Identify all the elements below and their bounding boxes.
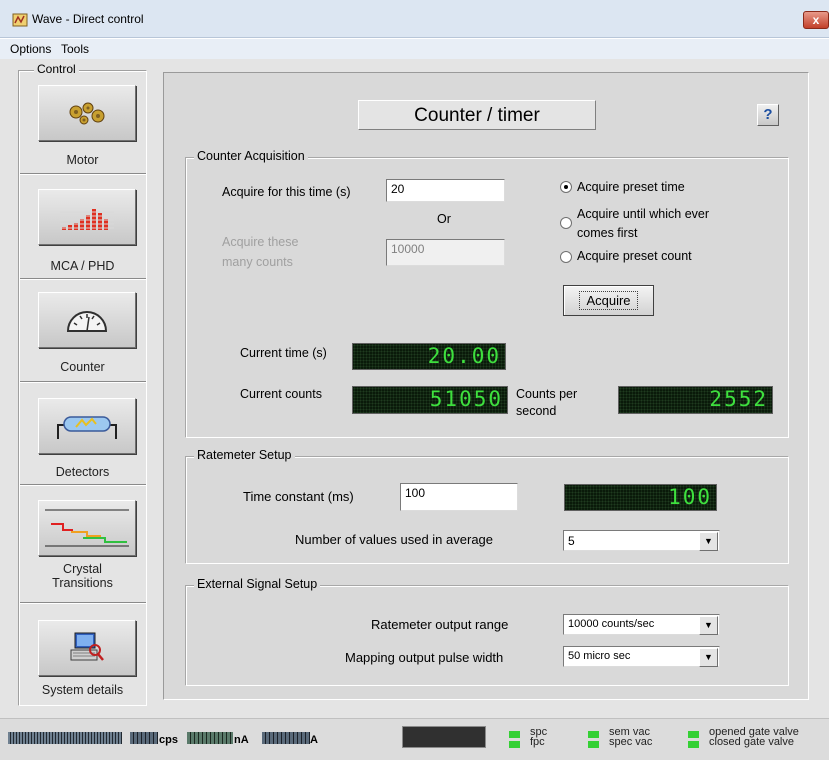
pulse-width-label: Mapping output pulse width [345, 650, 504, 665]
cps-unit: cps [159, 734, 178, 746]
output-range-label: Ratemeter output range [371, 617, 509, 632]
page-title: Counter / timer [358, 100, 596, 130]
sidebar-divider [20, 173, 146, 175]
chevron-down-icon[interactable]: ▼ [699, 616, 718, 635]
current-counts-label: Current counts [240, 387, 322, 401]
help-button[interactable]: ? [757, 104, 779, 126]
current-counts-display: 51050 [352, 386, 508, 414]
counter-button[interactable] [38, 292, 136, 348]
pulse-width-select[interactable]: 50 micro sec ▼ [563, 646, 720, 667]
fpc-label: fpc [530, 736, 545, 748]
acquire-button-label: Acquire [579, 291, 638, 310]
acquire-button[interactable]: Acquire [563, 285, 654, 316]
radio-preset-count[interactable] [560, 251, 572, 263]
na-unit: nA [234, 734, 249, 746]
control-legend: Control [34, 62, 79, 76]
spc-indicator-led [509, 731, 520, 738]
time-constant-display: 100 [564, 484, 717, 511]
closed-gate-valve-label: closed gate valve [709, 736, 794, 748]
radio-preset-count-label: Acquire preset count [577, 249, 692, 263]
time-constant-input[interactable]: 100 [400, 483, 518, 511]
external-signal-legend: External Signal Setup [194, 577, 321, 591]
sidebar-divider [20, 381, 146, 383]
cps-readout [130, 732, 158, 744]
menu-options[interactable]: Options [10, 42, 51, 56]
computer-icon [70, 632, 104, 661]
signal-level-bar [8, 732, 122, 744]
a-unit: A [310, 734, 318, 746]
window-title: Wave - Direct control [32, 12, 144, 26]
average-values-select[interactable]: 5 ▼ [563, 530, 720, 551]
output-range-selected: 10000 counts/sec [568, 618, 655, 630]
system-details-button[interactable] [38, 620, 136, 676]
sidebar-divider [20, 602, 146, 604]
sidebar-divider [20, 484, 146, 486]
or-label: Or [437, 212, 451, 226]
na-readout [187, 732, 233, 744]
gears-icon [69, 102, 105, 125]
counts-per-second-label-2: second [516, 404, 557, 418]
current-time-display: 20.00 [352, 343, 506, 370]
motor-label: Motor [66, 153, 99, 167]
menu-tools[interactable]: Tools [61, 42, 89, 56]
status-display [402, 726, 486, 748]
system-details-label: System details [41, 683, 124, 697]
spec-vac-label: spec vac [609, 736, 653, 748]
detectors-button[interactable] [38, 398, 136, 454]
help-icon: ? [763, 106, 773, 123]
transitions-icon [45, 509, 129, 547]
opened-gate-valve-indicator-led [688, 731, 699, 738]
radio-whichever-label-2: comes first [577, 226, 638, 240]
external-signal-group [185, 585, 789, 686]
detector-icon [57, 416, 117, 439]
fpc-indicator-led [509, 741, 520, 748]
app-icon [12, 12, 28, 28]
acquire-time-label: Acquire for this time (s) [222, 185, 351, 199]
sidebar-divider [20, 278, 146, 280]
counts-per-second-display: 2552 [618, 386, 773, 414]
menu-bar [0, 39, 829, 59]
radio-preset-time-label: Acquire preset time [577, 180, 685, 194]
close-icon: x [812, 13, 820, 27]
a-readout [262, 732, 310, 744]
output-range-select[interactable]: 10000 counts/sec ▼ [563, 614, 720, 635]
chevron-down-icon[interactable]: ▼ [699, 648, 718, 667]
histogram-icon [60, 209, 114, 230]
sem-vac-indicator-led [588, 731, 599, 738]
acquire-counts-label-2: many counts [222, 255, 293, 269]
mca-phd-button[interactable] [38, 189, 136, 245]
motor-button[interactable] [38, 85, 136, 141]
spec-vac-indicator-led [588, 741, 599, 748]
current-time-label: Current time (s) [240, 346, 327, 360]
radio-whichever-label-1: Acquire until which ever [577, 207, 710, 221]
crystal-transitions-label: Crystal Transitions [52, 562, 113, 590]
acquire-counts-label-1: Acquire these [222, 235, 299, 249]
close-button[interactable]: x [803, 11, 829, 29]
pulse-width-selected: 50 micro sec [568, 650, 631, 662]
crystal-transitions-button[interactable] [38, 500, 136, 556]
mca-phd-label: MCA / PHD [50, 259, 115, 273]
detectors-label: Detectors [55, 465, 110, 479]
counter-acquisition-legend: Counter Acquisition [194, 149, 308, 163]
acquire-time-input[interactable]: 20 [386, 179, 505, 202]
counts-per-second-label-1: Counts per [516, 387, 578, 401]
average-values-label: Number of values used in average [295, 532, 494, 547]
time-constant-label: Time constant (ms) [243, 489, 354, 504]
gauge-icon [66, 311, 108, 332]
radio-whichever-first[interactable] [560, 217, 572, 229]
chevron-down-icon[interactable]: ▼ [699, 532, 718, 551]
radio-preset-time[interactable] [560, 181, 572, 193]
counter-label: Counter [60, 360, 105, 374]
closed-gate-valve-indicator-led [688, 741, 699, 748]
average-values-selected: 5 [568, 534, 575, 548]
acquire-counts-input[interactable]: 10000 [386, 239, 505, 266]
ratemeter-setup-legend: Ratemeter Setup [194, 448, 295, 462]
